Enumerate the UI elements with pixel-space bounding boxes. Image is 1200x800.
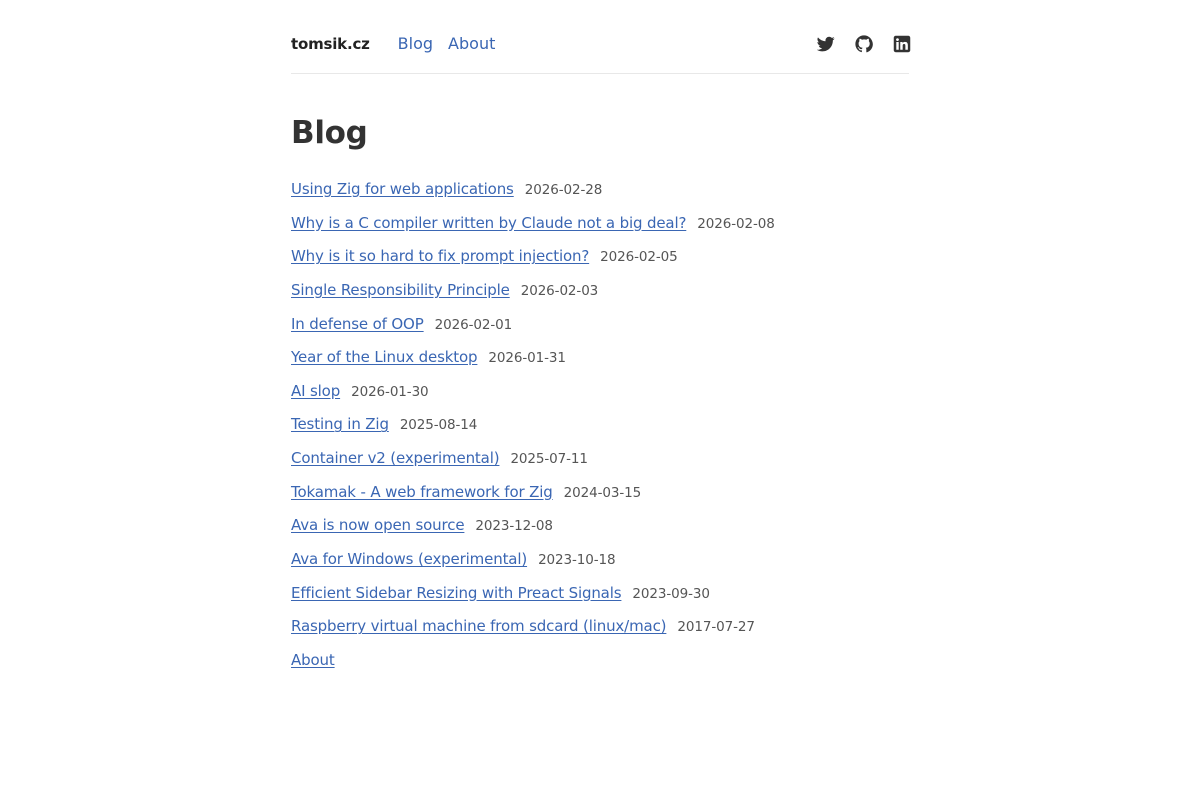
list-item: Ava is now open source 2023-12-08 bbox=[291, 516, 909, 550]
nav-blog-link[interactable]: Blog bbox=[398, 34, 433, 53]
site-header: tomsik.cz Blog About bbox=[291, 0, 911, 74]
list-item: Year of the Linux desktop 2026-01-31 bbox=[291, 348, 909, 382]
twitter-link[interactable] bbox=[817, 35, 835, 53]
list-item: Why is it so hard to fix prompt injectio… bbox=[291, 247, 909, 281]
post-date: 2026-02-28 bbox=[524, 182, 603, 198]
post-date: 2024-03-15 bbox=[563, 484, 642, 501]
post-date: 2026-01-30 bbox=[351, 383, 429, 400]
post-date: 2017-07-27 bbox=[677, 619, 755, 636]
nav-about-link[interactable]: About bbox=[448, 34, 495, 53]
linkedin-link[interactable] bbox=[893, 35, 911, 53]
post-link[interactable]: Why is a C compiler written by Claude no… bbox=[291, 214, 686, 232]
list-item: Ava for Windows (experimental) 2023-10-18 bbox=[291, 550, 909, 584]
post-link[interactable]: In defense of OOP bbox=[291, 315, 424, 333]
page-container: tomsik.cz Blog About Blog Using Zig for … bbox=[291, 0, 911, 685]
post-date: 2025-07-11 bbox=[510, 451, 588, 468]
list-item: Tokamak - A web framework for Zig 2024-03… bbox=[291, 483, 909, 517]
post-link[interactable]: Using Zig for web applications bbox=[291, 180, 514, 198]
post-link[interactable]: AI slop bbox=[291, 382, 340, 400]
linkedin-icon bbox=[893, 35, 911, 52]
list-item: In defense of OOP 2026-02-01 bbox=[291, 315, 909, 349]
post-link[interactable]: Efficient Sidebar Resizing with Preact S… bbox=[291, 584, 622, 602]
list-item: Raspberry virtual machine from sdcard (l… bbox=[291, 617, 909, 651]
twitter-icon bbox=[817, 36, 835, 51]
post-link[interactable]: Testing in Zig bbox=[291, 415, 389, 433]
post-link[interactable]: Tokamak - A web framework for Zig bbox=[291, 483, 553, 501]
post-link[interactable]: Raspberry virtual machine from sdcard (l… bbox=[291, 617, 667, 635]
post-link[interactable]: Why is it so hard to fix prompt injectio… bbox=[291, 247, 589, 265]
post-date: 2023-12-08 bbox=[475, 518, 553, 535]
list-item: Single Responsibility Principle 2026-02-0… bbox=[291, 281, 909, 315]
list-item: Container v2 (experimental) 2025-07-11 bbox=[291, 449, 909, 483]
list-item: Testing in Zig 2025-08-14 bbox=[291, 415, 909, 449]
post-link[interactable]: Single Responsibility Principle bbox=[291, 281, 510, 299]
post-link[interactable]: About bbox=[291, 651, 335, 669]
main-nav: Blog About bbox=[398, 34, 496, 53]
post-date: 2023-10-18 bbox=[538, 552, 616, 569]
post-date: 2025-08-14 bbox=[399, 417, 478, 434]
list-item: AI slop 2026-01-30 bbox=[291, 382, 909, 416]
post-date: 2026-02-01 bbox=[434, 316, 513, 333]
post-date: 2023-09-30 bbox=[632, 585, 710, 602]
post-date: 2026-02-08 bbox=[697, 215, 775, 232]
list-item: Using Zig for web applications 2026-02-28 bbox=[291, 180, 909, 214]
post-link[interactable]: Year of the Linux desktop bbox=[291, 348, 478, 366]
post-date: 2026-01-31 bbox=[488, 350, 566, 367]
post-date: 2026-02-03 bbox=[520, 282, 599, 299]
github-link[interactable] bbox=[855, 34, 873, 53]
social-links bbox=[817, 34, 911, 53]
page-title: Blog bbox=[291, 115, 368, 151]
list-item: Why is a C compiler written by Claude no… bbox=[291, 214, 909, 248]
site-brand-link[interactable]: tomsik.cz bbox=[291, 35, 370, 53]
post-list: Using Zig for web applications 2026-02-28… bbox=[291, 180, 909, 685]
github-icon bbox=[855, 34, 873, 52]
list-item: About bbox=[291, 651, 909, 685]
list-item: Efficient Sidebar Resizing with Preact S… bbox=[291, 584, 909, 618]
post-link[interactable]: Container v2 (experimental) bbox=[291, 449, 500, 467]
post-date: 2026-02-05 bbox=[600, 249, 678, 266]
post-link[interactable]: Ava for Windows (experimental) bbox=[291, 550, 527, 568]
post-link[interactable]: Ava is now open source bbox=[291, 516, 465, 534]
